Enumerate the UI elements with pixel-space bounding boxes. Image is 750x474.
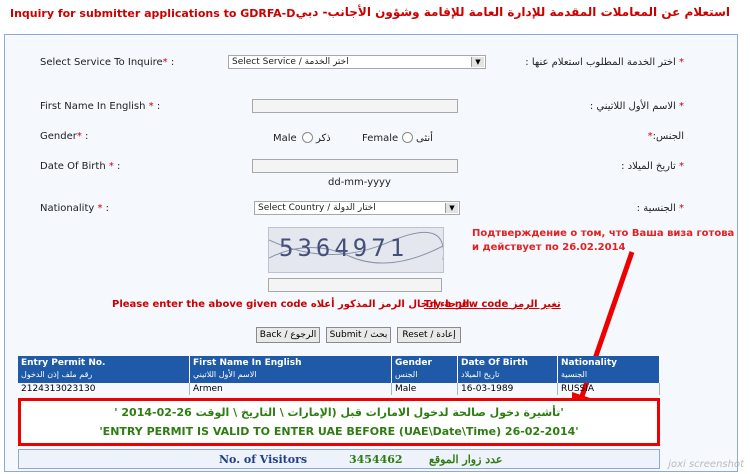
first-name-label: First Name In English * :: [40, 101, 161, 112]
gender-label-ar: الجنس:*: [647, 131, 684, 142]
watermark: joxi screenshot: [668, 459, 744, 470]
captcha-code: 5364971: [279, 234, 409, 262]
cell-dob: 16-03-1989: [458, 383, 558, 395]
captcha-image: 5364971: [268, 227, 444, 273]
col-dob: Date Of Birth تاريخ الميلاد: [458, 356, 558, 383]
chevron-down-icon[interactable]: ▼: [471, 57, 484, 67]
col-first-name: First Name In English الاسم الأول اللاتين…: [190, 356, 392, 383]
dob-label-ar: * تاريخ الميلاد :: [621, 161, 684, 172]
female-label: Female: [362, 133, 399, 144]
submit-button[interactable]: Submit / بحث: [326, 327, 391, 343]
col-nationality: Nationality الجنسية: [558, 356, 660, 383]
nationality-label: Nationality * :: [40, 203, 110, 214]
permit-status-ar: 'تأشيرة دخول صالحة لدخول الامارات قبل (ا…: [114, 406, 564, 419]
gender-label: Gender* :: [40, 131, 89, 142]
male-label-ar: ذكر: [316, 133, 331, 144]
cell-first-name: Armen: [190, 383, 392, 395]
col-gender: Gender الجنس: [392, 356, 458, 383]
chevron-down-icon[interactable]: ▼: [445, 203, 458, 213]
male-label: Male: [273, 133, 297, 144]
visitors-count: 3454462: [349, 453, 403, 466]
captcha-input[interactable]: [268, 278, 442, 292]
cell-permit-no: 2124313023130: [18, 383, 190, 395]
visitors-label-ar: عدد زوار الموقع: [429, 453, 503, 466]
annotation-note: Подтверждение о том, что Ваша виза готов…: [472, 228, 735, 253]
first-name-label-ar: * الاسم الأول اللاتيني :: [589, 101, 684, 112]
col-permit-no: Entry Permit No. رقم ملف إذن الدخول: [18, 356, 190, 383]
page-header: Inquiry for submitter applications to GD…: [0, 0, 750, 34]
cell-gender: Male: [392, 383, 458, 395]
service-select[interactable]: Select Service / اختر الخدمة ▼: [228, 55, 486, 69]
female-label-ar: أنثى: [416, 133, 433, 144]
permit-status-en: 'ENTRY PERMIT IS VALID TO ENTER UAE BEFO…: [99, 425, 579, 438]
reset-button[interactable]: Reset / إعادة: [397, 327, 461, 343]
service-label: Select Service To Inquire* :: [40, 57, 175, 68]
male-radio[interactable]: [302, 132, 313, 143]
page-title-en: Inquiry for submitter applications to GD…: [10, 7, 296, 20]
dob-input[interactable]: [252, 159, 458, 173]
new-code-link[interactable]: Try a new code تغير الرمز: [424, 299, 561, 310]
permit-status-box: 'تأشيرة دخول صالحة لدخول الامارات قبل (ا…: [18, 398, 660, 446]
dob-label: Date Of Birth * :: [40, 161, 121, 172]
cell-nationality: RUSSIA: [558, 383, 660, 395]
nationality-select[interactable]: Select Country / اختار الدولة ▼: [254, 201, 460, 215]
captcha-prompt: Please enter the above given code الرجاء…: [112, 299, 470, 310]
dob-format-hint: dd-mm-yyyy: [328, 177, 391, 188]
page-title-ar: استعلام عن المعاملات المقدمة للإدارة الع…: [295, 5, 730, 19]
first-name-input[interactable]: [252, 99, 458, 113]
female-radio[interactable]: [402, 132, 413, 143]
service-label-ar: * اختر الخدمة المطلوب استعلام عنها :: [525, 57, 684, 68]
visitors-label: No. of Visitors: [219, 453, 308, 466]
nationality-label-ar: * الجنسية :: [636, 203, 684, 214]
visitors-counter: No. of Visitors 3454462 عدد زوار الموقع: [18, 449, 660, 469]
back-button[interactable]: Back / الرجوع: [256, 327, 320, 343]
